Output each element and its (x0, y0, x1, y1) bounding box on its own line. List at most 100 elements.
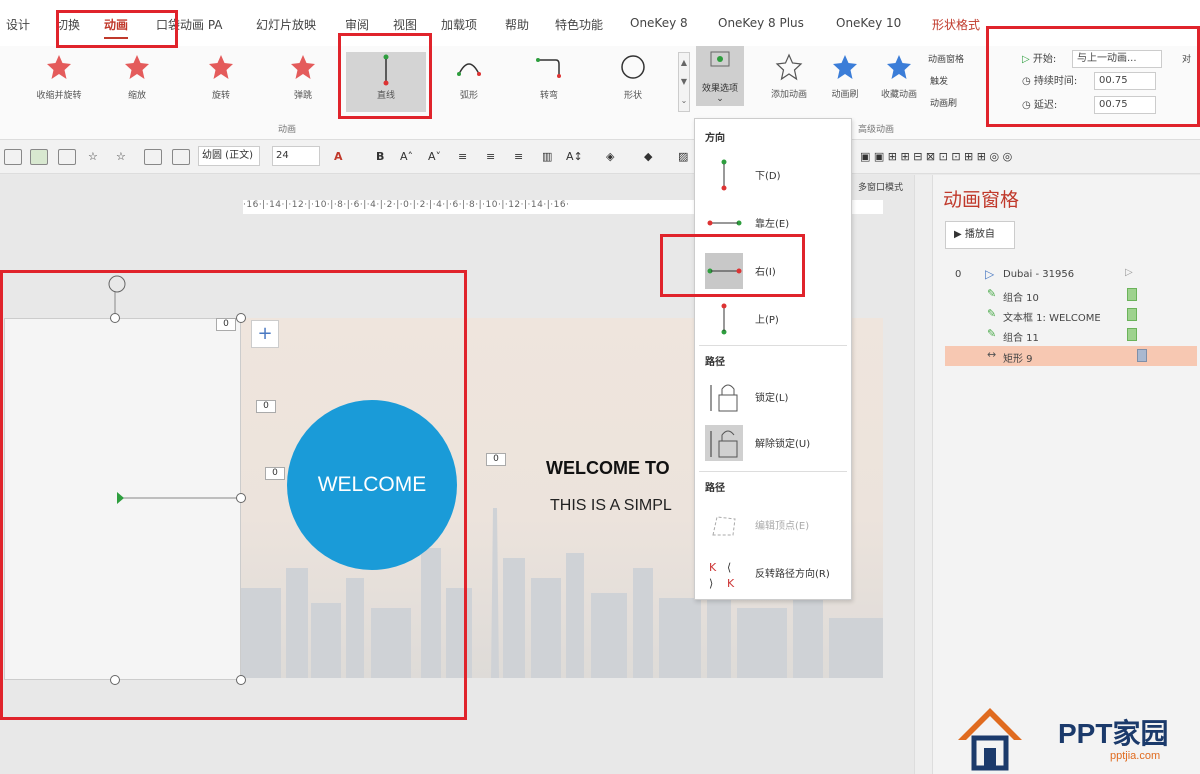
tab-onekey10[interactable]: OneKey 10 (836, 16, 901, 30)
animation-brush[interactable]: 动画刷 (930, 96, 957, 109)
animation-list-item[interactable]: 0 ▷ Dubai - 31956 ▷ (945, 265, 1197, 285)
effect-line[interactable]: 直线 (346, 52, 426, 112)
circle-path-icon (594, 52, 672, 88)
painter-animation-button[interactable]: 动画刷 (816, 52, 874, 108)
star-outline-icon[interactable]: ☆ (88, 150, 98, 163)
effect-zoom[interactable]: 缩放 (98, 52, 176, 112)
shape-fill-icon[interactable]: ◈ (606, 150, 614, 163)
reverse-path-option[interactable]: K ⟨ ⟩ K 反转路径方向(R) (695, 551, 851, 595)
align-left-icon[interactable]: ≡ (514, 150, 523, 163)
direction-down-option[interactable]: 下(D) (695, 153, 851, 197)
animation-pane-toggle[interactable]: 动画窗格 (928, 52, 964, 65)
effect-spin[interactable]: 旋转 (182, 52, 260, 112)
trigger-play-icon: ▷ (985, 267, 995, 281)
tab-onekey8-plus[interactable]: OneKey 8 Plus (718, 16, 804, 30)
tab-view[interactable]: 视图 (393, 16, 417, 33)
shrink-font-icon[interactable]: A˅ (428, 150, 441, 163)
bold-icon[interactable]: B (376, 150, 384, 163)
fill-color-icon[interactable]: ◆ (644, 150, 652, 163)
resize-handle[interactable] (236, 313, 246, 323)
resize-handle[interactable] (236, 493, 246, 503)
tab-pocket-animation[interactable]: 口袋动画 PA (156, 16, 223, 33)
animation-pane-title: 动画窗格 (943, 189, 1020, 211)
columns-icon[interactable]: ▥ (542, 150, 552, 163)
star-outline-icon[interactable]: ☆ (116, 150, 126, 163)
add-animation-button[interactable]: 添加动画 (760, 52, 818, 108)
play-frame-icon[interactable] (172, 149, 190, 165)
text-direction-icon[interactable]: A↕ (566, 150, 583, 163)
clock-icon: ◷ (1022, 76, 1031, 87)
menu-separator (699, 345, 847, 346)
play-icon: ▶ (954, 229, 965, 240)
effect-arc[interactable]: 弧形 (430, 52, 508, 112)
font-size-select[interactable]: 24 (272, 146, 320, 166)
svg-text:K: K (727, 577, 735, 590)
effect-turn[interactable]: 转弯 (510, 52, 588, 112)
font-name-select[interactable]: 幼圆 (正文) (198, 146, 260, 166)
copy-icon[interactable] (58, 149, 76, 165)
tab-help[interactable]: 帮助 (505, 16, 529, 33)
effect-icon: ✎ (987, 287, 997, 300)
grow-font-icon[interactable]: A˄ (400, 150, 413, 163)
svg-text:⟨: ⟨ (727, 561, 731, 574)
tab-design[interactable]: 设计 (6, 16, 30, 33)
effect-shape[interactable]: 形状 (594, 52, 672, 112)
watermark-text: PPT家园 (1058, 718, 1169, 749)
add-animation-icon (775, 53, 803, 81)
lock-icon (705, 379, 743, 415)
shape-icon[interactable] (4, 149, 22, 165)
effect-bounce[interactable]: 弹跳 (264, 52, 342, 112)
tab-features[interactable]: 特色功能 (555, 16, 603, 33)
tab-shape-format[interactable]: 形状格式 (932, 16, 980, 33)
reorder-label: 对 (1182, 55, 1192, 65)
arrange-icon[interactable]: ▣ ▣ ⊞ ⊞ ⊟ ⊠ ⊡ ⊡ ⊞ ⊞ ◎ ◎ (860, 150, 1012, 163)
multi-window-mode[interactable]: 多窗口模式 (858, 180, 903, 193)
menu-section-origin: 路径 (705, 357, 725, 368)
direction-up-option[interactable]: 上(P) (695, 297, 851, 341)
collect-animation-label: 收藏动画 (880, 90, 917, 100)
animation-list-item-selected[interactable]: ↔ 矩形 9 (945, 346, 1197, 366)
delay-input[interactable]: 00.75 (1094, 96, 1156, 114)
effect-shrink-turn[interactable]: 收缩并旋转 (20, 52, 98, 112)
trigger-button[interactable]: 触发 (930, 74, 948, 87)
tab-slideshow[interactable]: 幻灯片放映 (256, 16, 316, 33)
right-path-icon (705, 253, 743, 289)
vertical-scrollbar[interactable] (914, 175, 932, 774)
direction-right-option[interactable]: 右(I) (695, 249, 851, 293)
animation-pane: 动画窗格 ▶ 播放自 0 ▷ Dubai - 31956 ▷ ✎ 组合 10 ✎… (932, 175, 1200, 774)
direction-left-option[interactable]: 靠左(E) (695, 201, 851, 245)
tab-transitions[interactable]: 切换 (56, 16, 80, 33)
frame-icon[interactable] (144, 149, 162, 165)
menu-bar: 设计 切换 动画 口袋动画 PA 幻灯片放映 审阅 视图 加载项 帮助 特色功能… (0, 0, 1200, 46)
timeline-bar (1137, 349, 1147, 362)
effect-options-icon (710, 51, 730, 67)
effect-options-button[interactable]: 效果选项 ⌄ (696, 46, 744, 106)
collect-animation-button[interactable]: 收藏动画 (870, 52, 928, 108)
tab-review[interactable]: 审阅 (345, 16, 369, 33)
play-from-button[interactable]: ▶ 播放自 (945, 221, 1015, 249)
resize-handle[interactable] (110, 313, 120, 323)
svg-text:⟩: ⟩ (709, 577, 713, 590)
line-path-icon (346, 52, 426, 88)
animation-list-item[interactable]: ✎ 组合 11 (945, 325, 1197, 345)
duration-input[interactable]: 00.75 (1094, 72, 1156, 90)
resize-handle[interactable] (110, 675, 120, 685)
welcome-circle[interactable]: WELCOME (287, 400, 457, 570)
tab-onekey8[interactable]: OneKey 8 (630, 16, 688, 30)
tab-animations[interactable]: 动画 (104, 16, 129, 39)
font-color-icon[interactable]: A (334, 150, 343, 163)
unlock-option[interactable]: 解除锁定(U) (695, 421, 851, 465)
trigger-arrow-icon: ▷ (1125, 267, 1133, 278)
align-icon[interactable] (30, 149, 48, 165)
outline-icon[interactable]: ▨ (678, 150, 688, 163)
lock-option[interactable]: 锁定(L) (695, 375, 851, 419)
gallery-scroll[interactable]: ▲ ▼ ⌄ (678, 52, 690, 112)
star-icon (264, 52, 342, 88)
animation-list-item[interactable]: ✎ 组合 10 (945, 285, 1197, 305)
start-select[interactable]: 与上一动画... (1072, 50, 1162, 68)
align-center-icon[interactable]: ≡ (458, 150, 467, 163)
resize-handle[interactable] (236, 675, 246, 685)
animation-list-item[interactable]: ✎ 文本框 1: WELCOME (945, 305, 1197, 325)
tab-addins[interactable]: 加载项 (441, 16, 477, 33)
align-justify-icon[interactable]: ≡ (486, 150, 495, 163)
